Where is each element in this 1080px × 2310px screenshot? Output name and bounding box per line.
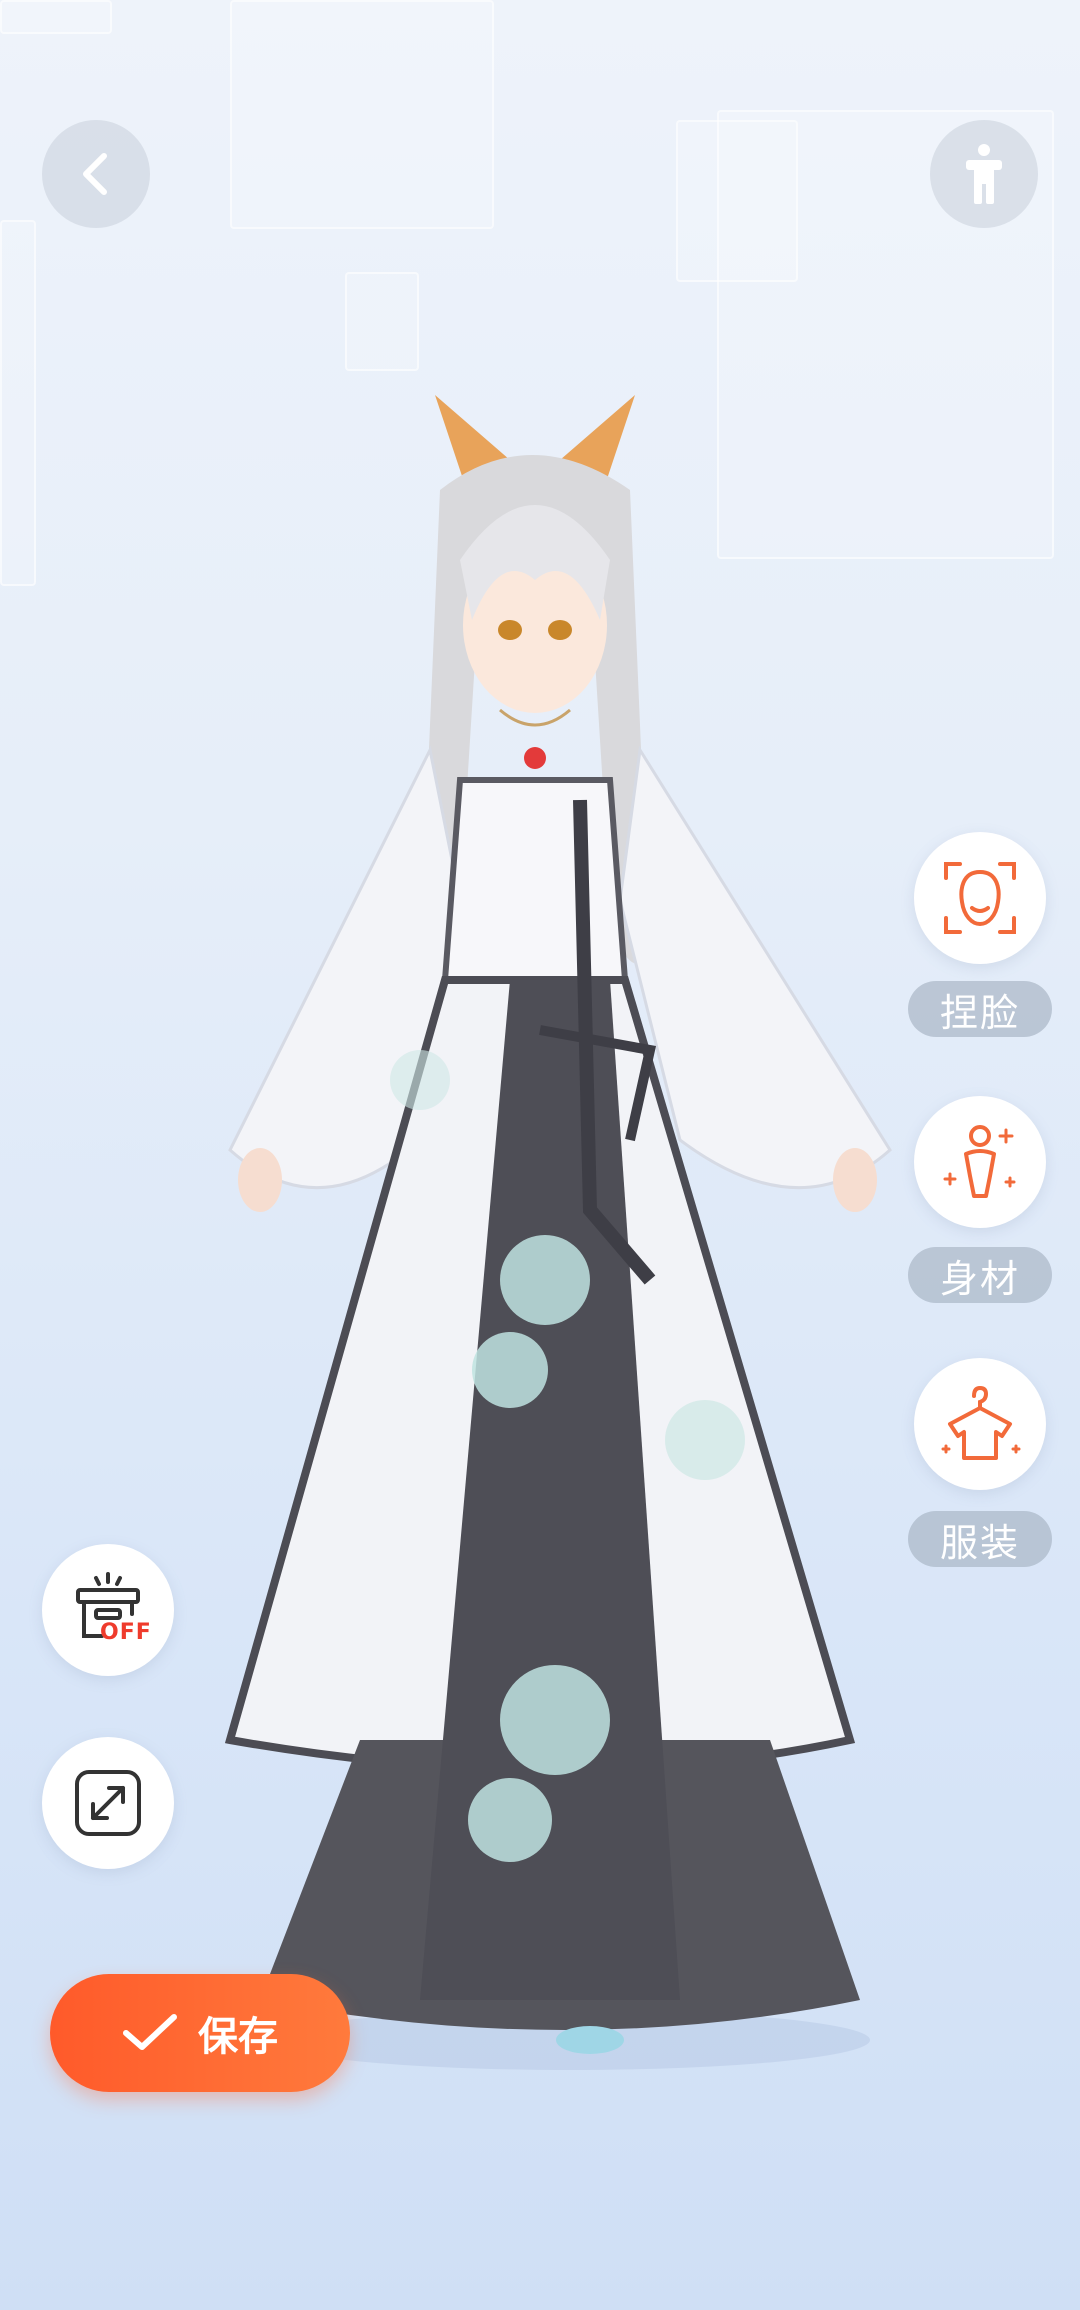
background-panel	[0, 220, 36, 586]
clothing-label: 服装	[908, 1511, 1052, 1567]
body-shape-label: 身材	[908, 1247, 1052, 1303]
avatar-character[interactable]	[210, 380, 910, 2080]
check-icon	[123, 2014, 177, 2050]
clothes-hanger-icon	[941, 1385, 1021, 1460]
face-edit-button[interactable]	[914, 832, 1046, 964]
background-toggle-button[interactable]	[42, 1544, 174, 1676]
background-panel	[230, 0, 494, 229]
face-icon	[944, 862, 1016, 934]
background-panel	[0, 0, 112, 34]
save-button[interactable]: 保存	[50, 1974, 350, 2092]
background-panel	[345, 272, 419, 371]
save-label: 保存	[198, 2014, 278, 2060]
expand-icon	[75, 1770, 141, 1836]
body-shape-button[interactable]	[914, 1096, 1046, 1228]
chevron-left-icon	[83, 153, 107, 195]
body-icon	[943, 1125, 1016, 1198]
fullscreen-button[interactable]	[42, 1737, 174, 1869]
clothing-button[interactable]	[914, 1358, 1046, 1490]
person-standing-icon	[966, 144, 1002, 204]
back-button[interactable]	[42, 120, 150, 228]
background-off-label: OFF	[100, 1620, 152, 1645]
body-view-toggle-button[interactable]	[930, 120, 1038, 228]
avatar-editor-screen: 捏脸 身材 服装 OFF 保存	[0, 0, 1080, 2310]
face-edit-label: 捏脸	[908, 981, 1052, 1037]
